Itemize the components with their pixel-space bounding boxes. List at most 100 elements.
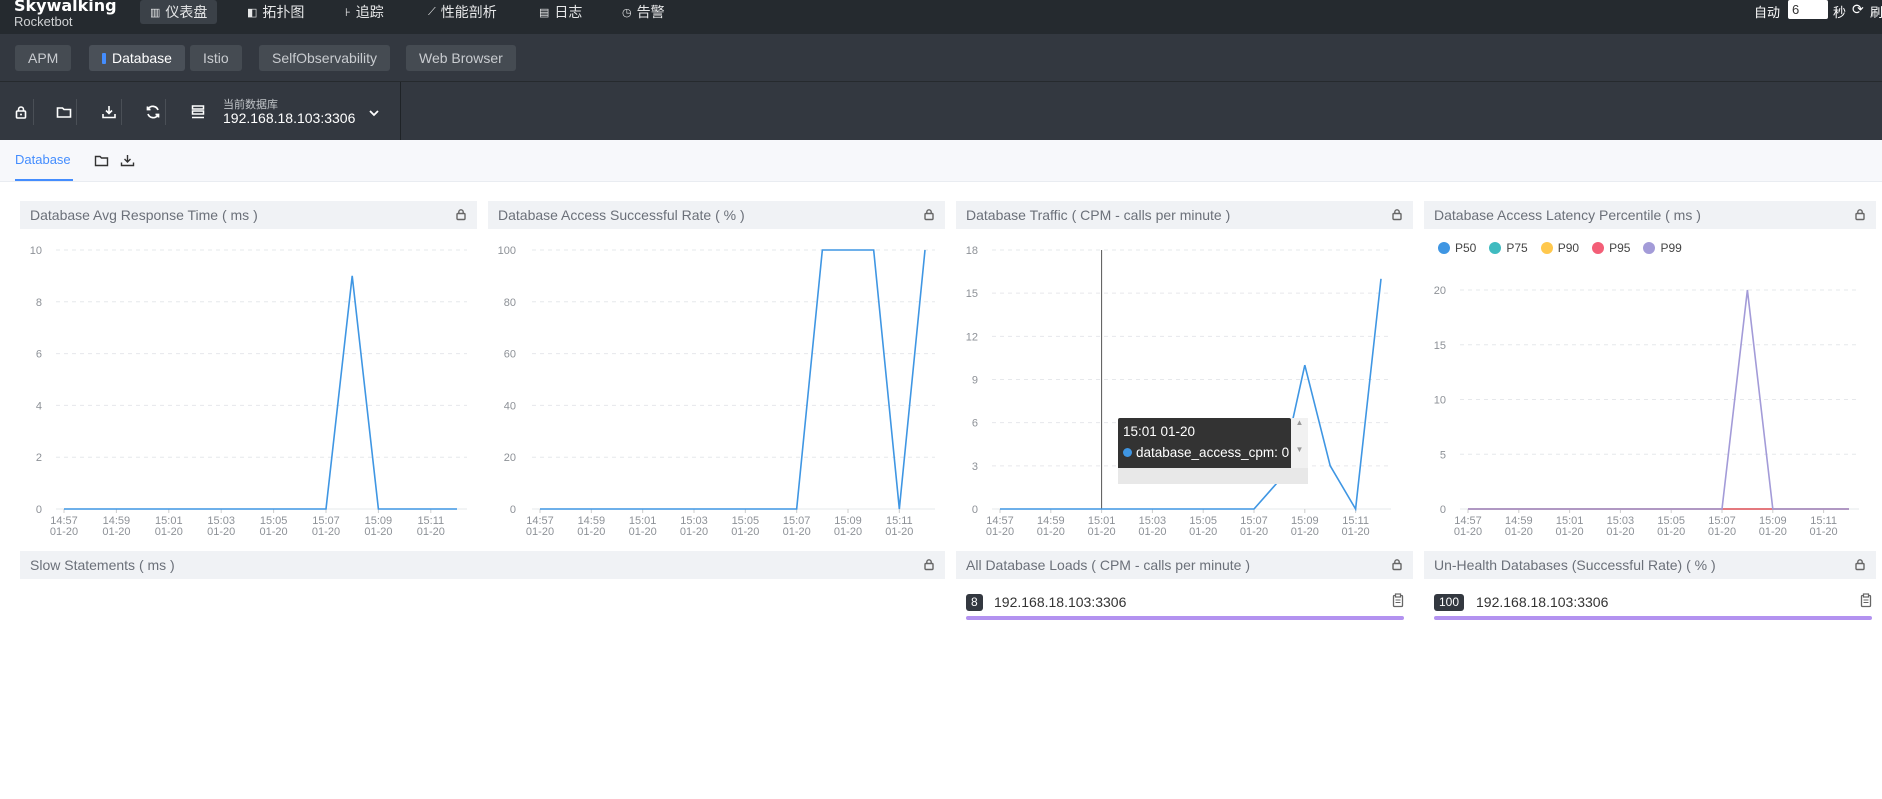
x-tick-date: 01-20 xyxy=(102,526,130,538)
series-line xyxy=(64,275,457,510)
nav-alarm[interactable]: ◷ 告警 xyxy=(612,0,675,24)
nav-label: 追踪 xyxy=(355,4,384,20)
refresh-icon[interactable]: ⟳ xyxy=(1852,1,1864,18)
series-dot xyxy=(1123,448,1132,457)
y-tick-label: 12 xyxy=(966,331,978,343)
folder-icon[interactable] xyxy=(94,154,109,167)
database-selector[interactable]: 当前数据库 192.168.18.103:3306 xyxy=(188,92,400,136)
y-tick-label: 6 xyxy=(36,349,42,361)
active-tab-underline xyxy=(15,179,73,181)
x-tick-date: 01-20 xyxy=(986,526,1014,538)
lock-icon[interactable] xyxy=(923,208,935,221)
download-button[interactable] xyxy=(96,99,122,125)
lock-button[interactable] xyxy=(8,99,34,125)
lock-icon[interactable] xyxy=(1854,208,1866,221)
y-tick-label: 0 xyxy=(1440,504,1446,516)
lock-icon[interactable] xyxy=(1854,558,1866,571)
legend-item-p90[interactable]: P90 xyxy=(1540,241,1579,255)
y-tick-label: 18 xyxy=(966,245,978,257)
clipboard-icon[interactable] xyxy=(1860,593,1872,608)
tooltip-vertical-scrollbar[interactable]: ▲ ▼ xyxy=(1291,418,1308,468)
rate-bar xyxy=(1434,616,1872,620)
tab-dashboard-database[interactable]: Database xyxy=(15,152,71,167)
y-tick-label: 3 xyxy=(972,461,978,473)
nav-trace[interactable]: ⊦ 追踪 xyxy=(335,0,394,24)
tab-apm[interactable]: APM xyxy=(15,45,72,71)
folder-button[interactable] xyxy=(51,99,77,125)
panel-title: Database Access Successful Rate ( % ) xyxy=(498,207,745,223)
latency-legend: P50 P75 P90 P95 P99 xyxy=(1438,240,1695,256)
x-tick-date: 01-20 xyxy=(731,526,759,538)
clipboard-icon[interactable] xyxy=(1392,593,1404,608)
x-tick-date: 01-20 xyxy=(1606,526,1634,538)
chart-tooltip: 15:01 01-20 database_access_cpm: 0 ▲ ▼ xyxy=(1118,418,1308,484)
traffic-chart[interactable]: 036912151814:5701-2014:5901-2015:0101-20… xyxy=(956,236,1413,544)
auto-refresh-input[interactable] xyxy=(1788,0,1828,19)
y-tick-label: 5 xyxy=(1440,449,1446,461)
lock-icon[interactable] xyxy=(1391,558,1403,571)
panel-title: Un-Health Databases (Successful Rate) ( … xyxy=(1434,557,1716,573)
x-tick-date: 01-20 xyxy=(629,526,657,538)
legend-item-p99[interactable]: P99 xyxy=(1643,241,1682,255)
legend-item-p75[interactable]: P75 xyxy=(1489,241,1528,255)
y-tick-label: 0 xyxy=(510,504,516,516)
x-tick-date: 01-20 xyxy=(1240,526,1268,538)
x-tick-date: 01-20 xyxy=(885,526,913,538)
legend-item-p95[interactable]: P95 xyxy=(1592,241,1630,255)
x-tick-date: 01-20 xyxy=(1505,526,1533,538)
x-tick-date: 01-20 xyxy=(312,526,340,538)
x-tick-date: 01-20 xyxy=(1708,526,1736,538)
latency-percentile-chart: 0510152014:5701-2014:5901-2015:0101-2015… xyxy=(1434,285,1859,538)
top-navigation-bar: Skywalking Rocketbot ▥ 仪表盘 ◧ 拓扑图 ⊦ 追踪 ⟋ 性能剖析… xyxy=(0,0,1882,34)
lock-icon[interactable] xyxy=(923,558,935,571)
tooltip-horizontal-scrollbar[interactable] xyxy=(1118,468,1308,484)
load-bar xyxy=(966,616,1404,620)
x-tick-date: 01-20 xyxy=(1138,526,1166,538)
topology-icon: ◧ xyxy=(247,6,258,19)
x-tick-date: 01-20 xyxy=(1088,526,1116,538)
tab-web-browser[interactable]: Web Browser xyxy=(406,45,516,71)
list-item[interactable]: 100 192.168.18.103:3306 xyxy=(1434,591,1872,613)
tab-istio[interactable]: Istio xyxy=(190,45,242,71)
toolbar-divider xyxy=(400,82,401,140)
nav-dashboard[interactable]: ▥ 仪表盘 xyxy=(140,0,218,24)
legend-label: P75 xyxy=(1506,241,1528,255)
nav-label: 仪表盘 xyxy=(165,4,208,20)
refresh-label[interactable]: 刷 xyxy=(1870,2,1882,21)
tooltip-row: database_access_cpm: 0 xyxy=(1123,445,1289,460)
y-tick-label: 40 xyxy=(504,400,516,412)
lock-icon xyxy=(15,106,26,119)
trace-icon: ⊦ xyxy=(345,6,351,19)
service-tabs-bar: APM Database Istio SelfObservability Web… xyxy=(0,34,1882,82)
panel-all-loads-header: All Database Loads ( CPM - calls per min… xyxy=(956,551,1413,579)
nav-label: 告警 xyxy=(636,4,665,20)
legend-label: P95 xyxy=(1609,241,1631,255)
x-tick-date: 01-20 xyxy=(577,526,605,538)
dashboard-icon: ▥ xyxy=(150,6,161,19)
panel-traffic-header: Database Traffic ( CPM - calls per minut… xyxy=(956,201,1413,229)
y-tick-label: 20 xyxy=(1434,285,1446,297)
tooltip-series: database_access_cpm xyxy=(1136,445,1275,460)
success-rate-chart: 02040608010014:5701-2014:5901-2015:0101-… xyxy=(498,245,935,538)
reload-button[interactable] xyxy=(140,99,166,125)
lock-icon[interactable] xyxy=(1391,208,1403,221)
tab-selfobservability[interactable]: SelfObservability xyxy=(259,45,391,71)
lock-icon[interactable] xyxy=(455,208,467,221)
nav-profile[interactable]: ⟋ 性能剖析 xyxy=(418,0,507,24)
panel-latency-percentile-header: Database Access Latency Percentile ( ms … xyxy=(1424,201,1876,229)
auto-refresh-unit: 秒 xyxy=(1833,5,1847,20)
y-tick-label: 6 xyxy=(972,418,978,430)
nav-log[interactable]: ▤ 日志 xyxy=(529,0,592,24)
panel-title: Database Access Latency Percentile ( ms … xyxy=(1434,207,1701,223)
active-marker xyxy=(102,53,106,64)
brand-logo: Skywalking xyxy=(14,0,117,15)
legend-item-p50[interactable]: P50 xyxy=(1438,241,1476,255)
x-tick-date: 01-20 xyxy=(417,526,445,538)
download-icon[interactable] xyxy=(120,154,135,167)
tab-database[interactable]: Database xyxy=(89,45,185,71)
list-item[interactable]: 8 192.168.18.103:3306 xyxy=(966,591,1404,613)
y-tick-label: 60 xyxy=(504,349,516,361)
nav-topology[interactable]: ◧ 拓扑图 xyxy=(237,0,314,24)
x-tick-date: 01-20 xyxy=(1037,526,1065,538)
tab-label: Database xyxy=(112,50,172,66)
